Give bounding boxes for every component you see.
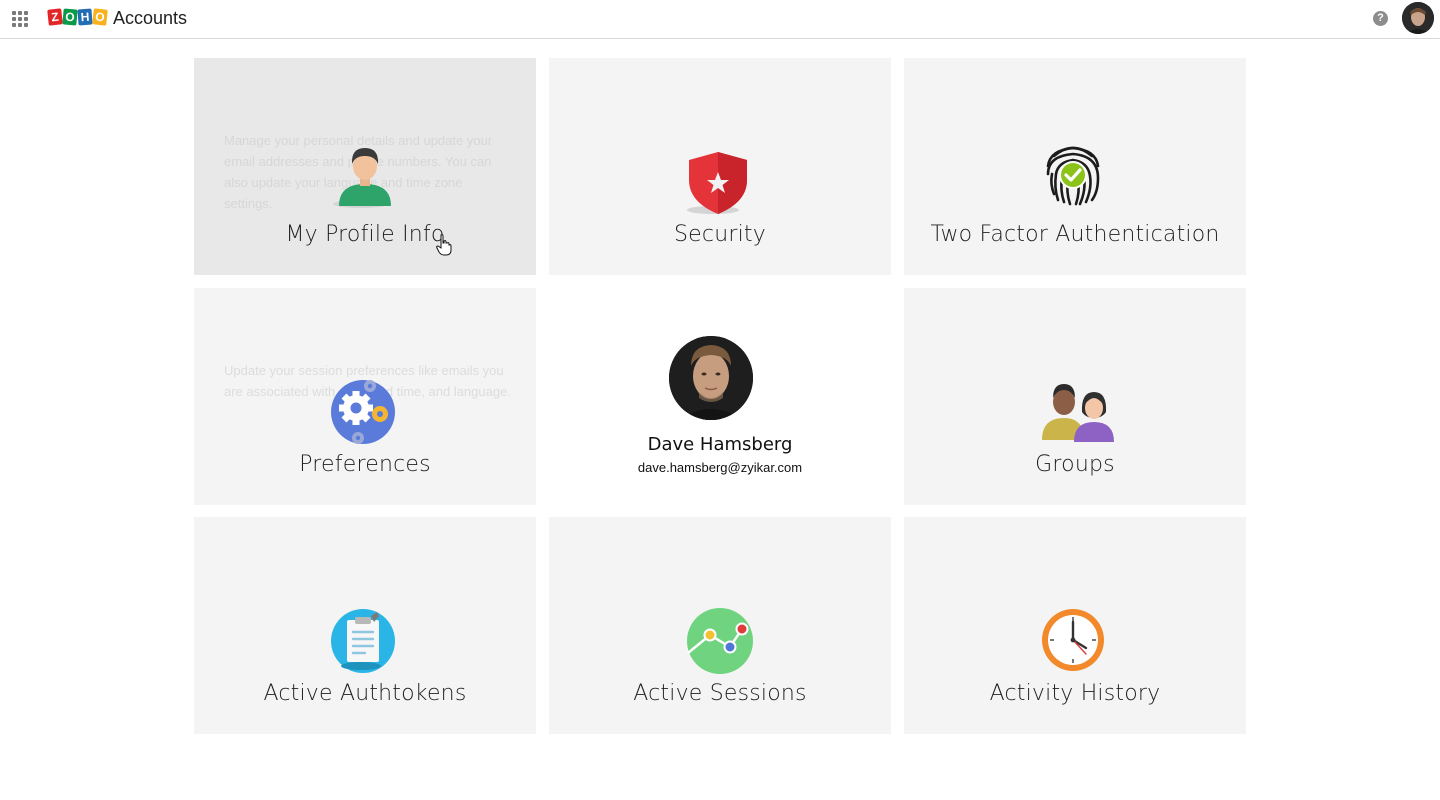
logo-letter: Z bbox=[47, 8, 63, 26]
user-profile-card: Dave Hamsberg dave.hamsberg@zyikar.com bbox=[549, 288, 891, 505]
clipboard-icon bbox=[331, 608, 397, 679]
tile-two-factor-authentication[interactable]: Two Factor Authentication bbox=[904, 58, 1246, 275]
user-name: Dave Hamsberg bbox=[647, 434, 793, 455]
tile-active-sessions[interactable]: Active Sessions bbox=[549, 517, 891, 734]
tile-label: Security bbox=[674, 222, 766, 247]
tile-label: Two Factor Authentication bbox=[930, 222, 1220, 247]
tile-label: Activity History bbox=[989, 681, 1161, 706]
app-title: Accounts bbox=[113, 8, 188, 28]
tile-my-profile-info[interactable]: Manage your personal details and update … bbox=[194, 58, 536, 275]
help-icon[interactable]: ? bbox=[1373, 11, 1388, 26]
tile-activity-history[interactable]: Activity History bbox=[904, 517, 1246, 734]
gears-icon bbox=[330, 378, 396, 451]
logo-letter: O bbox=[62, 8, 78, 26]
tile-label: Active Authtokens bbox=[263, 681, 467, 706]
sessions-icon bbox=[686, 607, 754, 680]
clock-icon bbox=[1040, 607, 1108, 680]
tile-label: Active Sessions bbox=[633, 681, 807, 706]
tile-label: Groups bbox=[1035, 452, 1115, 477]
tile-preferences[interactable]: Update your session preferences like ema… bbox=[194, 288, 536, 505]
hand-cursor-icon bbox=[436, 234, 452, 256]
user-avatar[interactable] bbox=[1402, 2, 1434, 34]
zoho-logo[interactable]: Z O H O bbox=[47, 8, 108, 29]
user-email: dave.hamsberg@zyikar.com bbox=[637, 460, 803, 475]
logo-letter: H bbox=[77, 8, 93, 26]
profile-photo[interactable] bbox=[669, 336, 753, 420]
tile-groups[interactable]: Groups bbox=[904, 288, 1246, 505]
shield-icon bbox=[685, 150, 751, 221]
tile-label: My Profile Info bbox=[285, 222, 445, 247]
tile-security[interactable]: Security bbox=[549, 58, 891, 275]
fingerprint-icon bbox=[1040, 142, 1106, 213]
tile-label: Preferences bbox=[299, 452, 431, 477]
logo-letter: O bbox=[92, 8, 108, 26]
apps-grid-icon[interactable] bbox=[12, 11, 29, 28]
group-icon bbox=[1038, 376, 1118, 449]
person-icon bbox=[331, 144, 399, 215]
top-bar: Z O H O Accounts ? bbox=[0, 0, 1440, 39]
tile-active-authtokens[interactable]: Active Authtokens bbox=[194, 517, 536, 734]
